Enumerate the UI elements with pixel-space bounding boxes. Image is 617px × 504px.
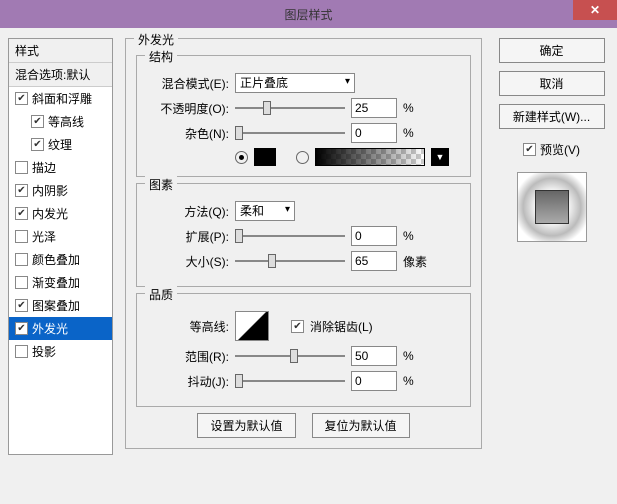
style-checkbox[interactable]	[15, 184, 28, 197]
style-item-内发光[interactable]: 内发光	[9, 202, 112, 225]
window-title: 图层样式	[0, 6, 617, 23]
technique-select[interactable]: 柔和	[235, 201, 295, 221]
style-label: 颜色叠加	[32, 251, 80, 268]
style-label: 纹理	[48, 136, 72, 153]
style-checkbox[interactable]	[15, 299, 28, 312]
center-panel: 外发光 结构 混合模式(E): 正片叠底 不透明度(O): % 杂色(N):	[121, 38, 486, 455]
reset-default-button[interactable]: 复位为默认值	[312, 413, 410, 438]
style-label: 光泽	[32, 228, 56, 245]
preview-label: 预览(V)	[540, 141, 580, 158]
gradient-dropdown-icon[interactable]: ▼	[431, 148, 449, 166]
gradient-swatch[interactable]	[315, 148, 425, 166]
style-item-光泽[interactable]: 光泽	[9, 225, 112, 248]
style-checkbox[interactable]	[15, 92, 28, 105]
opacity-slider[interactable]	[235, 99, 345, 117]
size-label: 大小(S):	[147, 253, 229, 270]
style-label: 斜面和浮雕	[32, 90, 92, 107]
style-checkbox[interactable]	[15, 253, 28, 266]
close-icon: ✕	[590, 3, 600, 17]
titlebar: 图层样式 ✕	[0, 0, 617, 28]
quality-title: 品质	[145, 286, 177, 303]
set-default-button[interactable]: 设置为默认值	[197, 413, 295, 438]
style-label: 内发光	[32, 205, 68, 222]
style-item-图案叠加[interactable]: 图案叠加	[9, 294, 112, 317]
blend-mode-select[interactable]: 正片叠底	[235, 73, 355, 93]
contour-picker[interactable]	[235, 311, 269, 341]
spread-input[interactable]	[351, 226, 397, 246]
range-slider[interactable]	[235, 347, 345, 365]
cancel-button[interactable]: 取消	[499, 71, 605, 96]
spread-label: 扩展(P):	[147, 228, 229, 245]
outer-glow-title: 外发光	[134, 31, 178, 48]
styles-header[interactable]: 样式	[9, 39, 112, 63]
quality-group: 品质 等高线: 消除锯齿(L) 范围(R): % 抖动(J):	[136, 293, 471, 407]
opacity-label: 不透明度(O):	[147, 100, 229, 117]
noise-unit: %	[403, 126, 431, 140]
jitter-slider[interactable]	[235, 372, 345, 390]
outer-glow-group: 外发光 结构 混合模式(E): 正片叠底 不透明度(O): % 杂色(N):	[125, 38, 482, 449]
jitter-label: 抖动(J):	[147, 373, 229, 390]
style-checkbox[interactable]	[15, 207, 28, 220]
style-checkbox[interactable]	[31, 115, 44, 128]
antialias-checkbox[interactable]	[291, 320, 304, 333]
style-label: 描边	[32, 159, 56, 176]
technique-label: 方法(Q):	[147, 203, 229, 220]
style-item-斜面和浮雕[interactable]: 斜面和浮雕	[9, 87, 112, 110]
style-label: 图案叠加	[32, 297, 80, 314]
style-item-颜色叠加[interactable]: 颜色叠加	[9, 248, 112, 271]
style-checkbox[interactable]	[15, 161, 28, 174]
style-label: 投影	[32, 343, 56, 360]
right-panel: 确定 取消 新建样式(W)... 预览(V)	[494, 38, 609, 455]
preview-checkbox[interactable]	[523, 143, 536, 156]
style-checkbox[interactable]	[31, 138, 44, 151]
spread-slider[interactable]	[235, 227, 345, 245]
preview-thumbnail	[517, 172, 587, 242]
color-swatch[interactable]	[254, 148, 276, 166]
elements-group: 图素 方法(Q): 柔和 扩展(P): % 大小(S): 像素	[136, 183, 471, 287]
jitter-input[interactable]	[351, 371, 397, 391]
style-checkbox[interactable]	[15, 345, 28, 358]
style-item-纹理[interactable]: 纹理	[9, 133, 112, 156]
elements-title: 图素	[145, 176, 177, 193]
spread-unit: %	[403, 229, 431, 243]
structure-group: 结构 混合模式(E): 正片叠底 不透明度(O): % 杂色(N): %	[136, 55, 471, 177]
opacity-input[interactable]	[351, 98, 397, 118]
size-slider[interactable]	[235, 252, 345, 270]
style-checkbox[interactable]	[15, 276, 28, 289]
close-button[interactable]: ✕	[573, 0, 617, 20]
style-checkbox[interactable]	[15, 230, 28, 243]
noise-input[interactable]	[351, 123, 397, 143]
blend-mode-label: 混合模式(E):	[147, 75, 229, 92]
color-radio[interactable]	[235, 151, 248, 164]
range-input[interactable]	[351, 346, 397, 366]
range-label: 范围(R):	[147, 348, 229, 365]
size-input[interactable]	[351, 251, 397, 271]
jitter-unit: %	[403, 374, 431, 388]
noise-label: 杂色(N):	[147, 125, 229, 142]
style-item-渐变叠加[interactable]: 渐变叠加	[9, 271, 112, 294]
antialias-label: 消除锯齿(L)	[310, 318, 373, 335]
style-label: 外发光	[32, 320, 68, 337]
opacity-unit: %	[403, 101, 431, 115]
range-unit: %	[403, 349, 431, 363]
style-item-描边[interactable]: 描边	[9, 156, 112, 179]
contour-label: 等高线:	[147, 318, 229, 335]
style-item-投影[interactable]: 投影	[9, 340, 112, 363]
style-item-内阴影[interactable]: 内阴影	[9, 179, 112, 202]
blend-options[interactable]: 混合选项:默认	[9, 63, 112, 87]
style-item-等高线[interactable]: 等高线	[9, 110, 112, 133]
style-label: 内阴影	[32, 182, 68, 199]
size-unit: 像素	[403, 253, 431, 270]
style-item-外发光[interactable]: 外发光	[9, 317, 112, 340]
gradient-radio[interactable]	[296, 151, 309, 164]
new-style-button[interactable]: 新建样式(W)...	[499, 104, 605, 129]
noise-slider[interactable]	[235, 124, 345, 142]
styles-list: 样式 混合选项:默认 斜面和浮雕等高线纹理描边内阴影内发光光泽颜色叠加渐变叠加图…	[8, 38, 113, 455]
style-label: 渐变叠加	[32, 274, 80, 291]
structure-title: 结构	[145, 48, 177, 65]
ok-button[interactable]: 确定	[499, 38, 605, 63]
style-checkbox[interactable]	[15, 322, 28, 335]
style-label: 等高线	[48, 113, 84, 130]
dialog-body: 样式 混合选项:默认 斜面和浮雕等高线纹理描边内阴影内发光光泽颜色叠加渐变叠加图…	[0, 28, 617, 465]
